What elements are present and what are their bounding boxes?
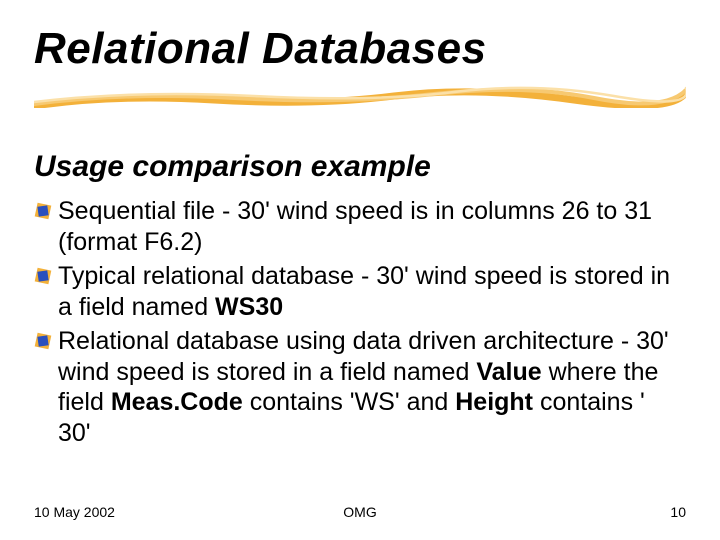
text: Sequential file - 30' wind speed is in c… xyxy=(58,197,652,256)
text-bold: WS30 xyxy=(215,293,283,321)
footer-center: OMG xyxy=(34,504,686,520)
bullet-list: Sequential file - 30' wind speed is in c… xyxy=(34,196,674,452)
text-bold: Value xyxy=(476,358,541,386)
bullet-text: Relational database using data driven ar… xyxy=(58,326,674,448)
text-bold: Meas.Code xyxy=(111,388,243,416)
bullet-text: Sequential file - 30' wind speed is in c… xyxy=(58,196,674,257)
list-item: Typical relational database - 30' wind s… xyxy=(34,261,674,322)
text: contains 'WS' and xyxy=(243,388,455,416)
bullet-icon xyxy=(34,202,52,220)
bullet-icon xyxy=(34,332,52,350)
slide: Relational Databases Usage comparison ex… xyxy=(0,0,720,540)
text-bold: Height xyxy=(455,388,533,416)
title-underline-graphic xyxy=(34,86,686,108)
slide-footer: 10 May 2002 OMG 10 xyxy=(34,504,686,520)
list-item: Relational database using data driven ar… xyxy=(34,326,674,448)
list-item: Sequential file - 30' wind speed is in c… xyxy=(34,196,674,257)
slide-title: Relational Databases xyxy=(34,24,487,74)
text: Typical relational database - 30' wind s… xyxy=(58,262,670,321)
bullet-icon xyxy=(34,267,52,285)
bullet-text: Typical relational database - 30' wind s… xyxy=(58,261,674,322)
slide-subtitle: Usage comparison example xyxy=(34,150,431,184)
